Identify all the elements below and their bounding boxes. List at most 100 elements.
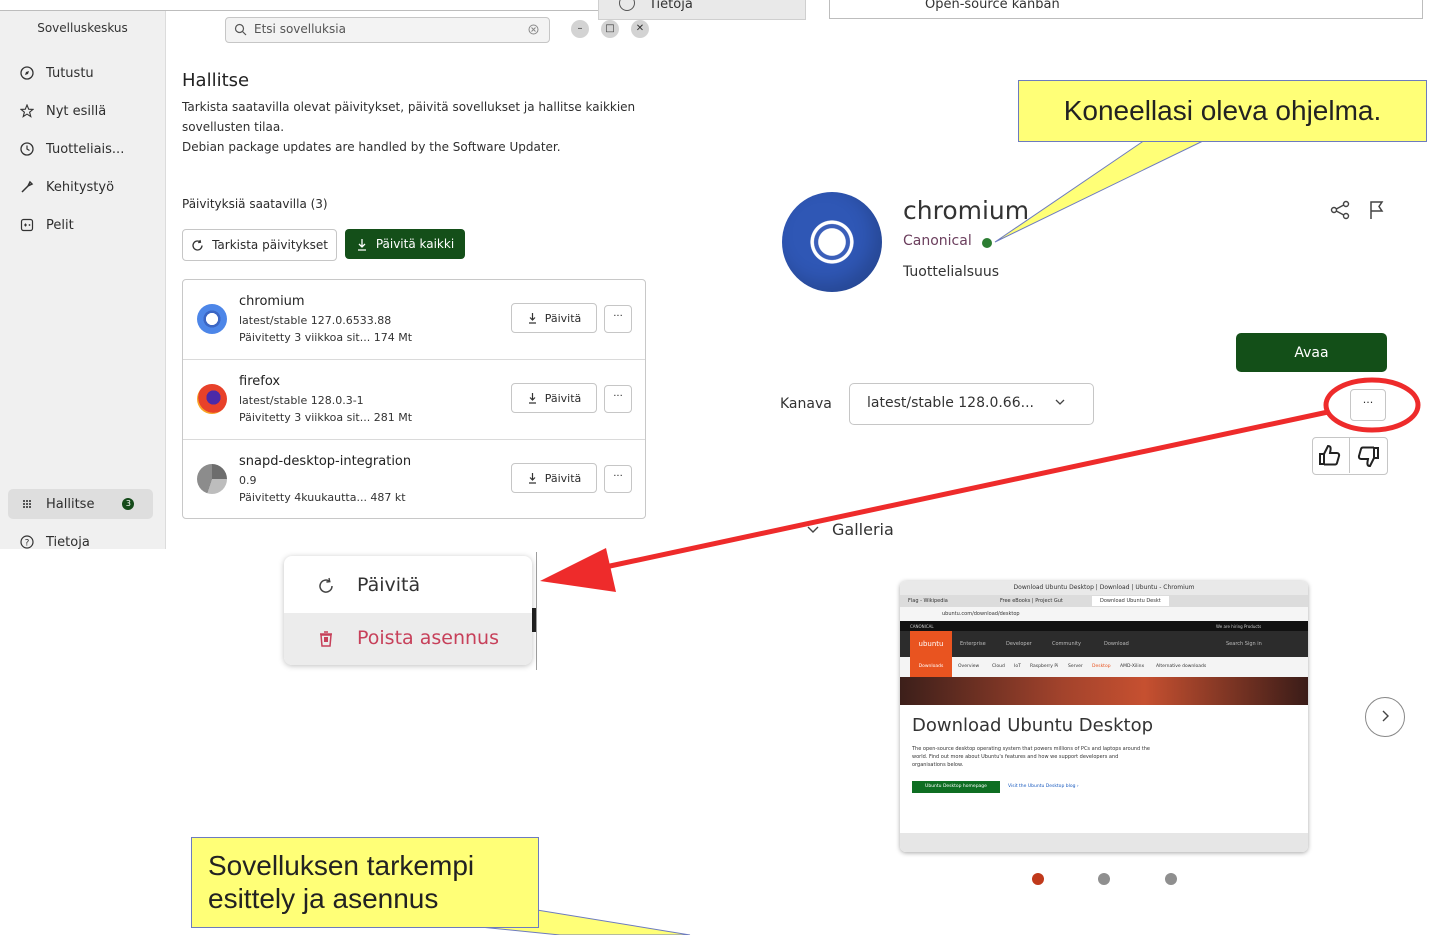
- download-icon: [528, 473, 536, 484]
- preview-subnav: Downloads Overview Cloud IoT Raspberry P…: [900, 657, 1308, 677]
- callout-intro: Sovelluksen tarkempi esittely ja asennus: [191, 837, 539, 928]
- share-icon[interactable]: [1329, 199, 1351, 221]
- context-menu-edge-dark: [532, 608, 536, 632]
- more-options-button[interactable]: ···: [604, 305, 632, 333]
- gallery-header[interactable]: Galleria: [832, 520, 894, 539]
- app-category[interactable]: Tuottelialsuus: [903, 264, 999, 280]
- preview-top-left: CANONICAL: [910, 624, 934, 629]
- gallery-screenshot[interactable]: Download Ubuntu Desktop | Download | Ubu…: [900, 581, 1308, 852]
- search-input[interactable]: Etsi sovelluksia: [225, 17, 550, 43]
- preview-subnav-item: Server: [1068, 664, 1083, 669]
- preview-tab: Free eBooks | Project Gut: [1000, 598, 1063, 604]
- update-all-button[interactable]: Päivitä kaikki: [345, 229, 465, 259]
- preview-titlebar: Download Ubuntu Desktop | Download | Ubu…: [900, 581, 1308, 595]
- app-publisher[interactable]: Canonical: [903, 233, 972, 249]
- preview-body: The open-source desktop operating system…: [912, 746, 1151, 768]
- preview-cta-link: Visit the Ubuntu Desktop blog ›: [1008, 784, 1079, 789]
- search-icon: [234, 23, 247, 36]
- channel-select[interactable]: latest/stable 128.0.66...: [849, 383, 1094, 425]
- sidebar-item-productivity[interactable]: Tuotteliais...: [20, 137, 124, 161]
- question-icon: ?: [20, 535, 34, 549]
- clear-search-icon[interactable]: [528, 24, 539, 35]
- wrench-icon: [20, 180, 34, 194]
- verified-icon: [982, 238, 992, 248]
- app-name: chromium: [239, 294, 305, 309]
- thumbs-up-icon[interactable]: [1318, 444, 1342, 466]
- callout-line: esittely ja asennus: [208, 883, 439, 914]
- preview-urlbar: ubuntu.com/download/desktop: [900, 607, 1308, 621]
- update-button[interactable]: Päivitä: [511, 303, 597, 333]
- context-menu-update[interactable]: Päivitä: [284, 560, 532, 612]
- update-label: Päivitä: [544, 391, 582, 405]
- description-line: Debian package updates are handled by th…: [182, 140, 561, 154]
- sidebar-item-games[interactable]: Pelit: [20, 213, 74, 237]
- sidebar-item-featured[interactable]: Nyt esillä: [19, 99, 107, 123]
- svg-text:?: ?: [25, 539, 30, 549]
- trash-icon: [320, 631, 332, 647]
- red-arrow-head: [540, 548, 616, 592]
- sidebar-item-label: Nyt esillä: [46, 103, 107, 119]
- firefox-logo-icon: [197, 384, 227, 414]
- more-options-button[interactable]: ···: [604, 385, 632, 413]
- sidebar-item-manage-content[interactable]: Hallitse 3: [20, 492, 135, 516]
- updates-badge: 3: [122, 498, 135, 510]
- list-item: firefox latest/stable 128.0.3-1 Päivitet…: [183, 360, 645, 440]
- preview-url: ubuntu.com/download/desktop: [942, 611, 1020, 617]
- top-right-text: Open-source kanban: [925, 0, 1060, 12]
- list-item: chromium latest/stable 127.0.6533.88 Päi…: [183, 280, 645, 360]
- red-arrow-line: [595, 409, 1329, 572]
- chevron-down-icon[interactable]: [806, 524, 820, 536]
- preview-subnav-item: Overview: [958, 664, 980, 669]
- gallery-dot[interactable]: [1165, 873, 1177, 885]
- page-title: Hallitse: [182, 70, 250, 91]
- update-button[interactable]: Päivitä: [511, 383, 597, 413]
- preview-subnav-item: Cloud: [992, 664, 1005, 669]
- app-name: firefox: [239, 374, 281, 389]
- description-line: Tarkista saatavilla olevat päivitykset, …: [182, 100, 636, 114]
- minimize-button[interactable]: –: [571, 20, 589, 38]
- chevron-down-icon: [1055, 399, 1065, 405]
- top-about-item[interactable]: Tietoja: [598, 0, 806, 20]
- compass-icon: [20, 66, 34, 80]
- preview-nav-item: Download: [1104, 641, 1129, 647]
- preview-tab: Flag - Wikipedia: [908, 598, 948, 604]
- more-options-button[interactable]: ···: [604, 465, 632, 493]
- sidebar-item-label: Tietoja: [46, 534, 90, 550]
- flag-icon[interactable]: [1366, 199, 1388, 221]
- preview-subnav-item: AMD-Xilinx: [1120, 664, 1145, 669]
- sidebar-item-explore[interactable]: Tutustu: [20, 61, 94, 85]
- more-options-button[interactable]: ···: [1350, 389, 1386, 421]
- info-icon: [619, 0, 635, 11]
- star-icon: [19, 103, 35, 118]
- context-menu-update-label: Päivitä: [357, 574, 421, 596]
- open-button[interactable]: Avaa: [1236, 333, 1387, 372]
- sidebar-item-development[interactable]: Kehitystyö: [20, 175, 114, 199]
- context-menu-uninstall[interactable]: Poista asennus: [284, 613, 532, 665]
- chromium-logo-icon: [197, 304, 227, 334]
- preview-brand: ubuntu: [910, 631, 952, 657]
- callout-program: Koneellasi oleva ohjelma.: [1018, 80, 1427, 142]
- preview-subnav-item: Desktop: [1092, 664, 1111, 669]
- gallery-next-button[interactable]: [1365, 697, 1405, 737]
- context-menu-uninstall-label: Poista asennus: [357, 627, 499, 649]
- update-label: Päivitä: [544, 471, 582, 485]
- check-updates-label: Tarkista päivitykset: [212, 238, 328, 252]
- gallery-dot-active[interactable]: [1032, 873, 1044, 885]
- preview-nav: ubuntu Enterprise Developer Community Do…: [900, 631, 1308, 657]
- refresh-icon: [192, 239, 203, 251]
- top-about-label: Tietoja: [649, 0, 693, 12]
- sidebar-item-about[interactable]: ? Tietoja: [20, 530, 90, 554]
- thumbs-down-icon[interactable]: [1356, 446, 1380, 468]
- search-placeholder: Etsi sovelluksia: [254, 22, 346, 36]
- update-button[interactable]: Päivitä: [511, 463, 597, 493]
- preview-nav-item: Community: [1052, 641, 1081, 647]
- maximize-button[interactable]: □: [601, 20, 619, 38]
- download-icon: [357, 238, 366, 251]
- sidebar-item-label: Pelit: [46, 217, 74, 233]
- app-version: latest/stable 128.0.3-1: [239, 394, 364, 407]
- check-updates-button[interactable]: Tarkista päivitykset: [182, 229, 337, 261]
- clock-icon: [20, 142, 34, 156]
- preview-hero-band: [900, 677, 1308, 705]
- close-button[interactable]: ✕: [631, 20, 649, 38]
- gallery-dot[interactable]: [1098, 873, 1110, 885]
